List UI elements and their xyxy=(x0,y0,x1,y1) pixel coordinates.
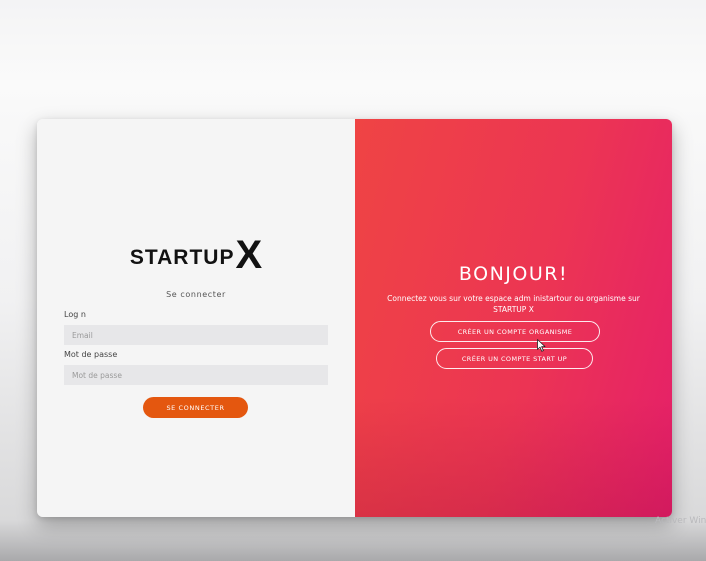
logo-word: STARTUP xyxy=(129,246,235,269)
startupx-logo: STARTUPX xyxy=(37,233,355,278)
logo-x: X xyxy=(235,233,263,277)
activate-windows-watermark: Activer Win xyxy=(655,516,706,526)
create-organisme-account-button[interactable]: CRÉER UN COMPTE ORGANISME xyxy=(430,321,600,342)
login-title: Se connecter xyxy=(166,290,226,299)
password-input[interactable] xyxy=(64,365,328,385)
login-button[interactable]: SE CONNECTER xyxy=(143,397,248,418)
login-panel: STARTUPX Se connecter Log n Mot de passe… xyxy=(37,119,355,517)
password-label: Mot de passe xyxy=(64,350,118,359)
welcome-title: BONJOUR! xyxy=(458,263,569,285)
mouse-cursor-icon xyxy=(537,339,546,352)
login-label: Log n xyxy=(64,310,86,319)
email-input[interactable] xyxy=(64,325,328,345)
welcome-text: Connectez vous sur votre espace adm inis… xyxy=(387,294,640,314)
create-startup-account-button[interactable]: CRÉER UN COMPTE START UP xyxy=(436,348,593,369)
welcome-panel: BONJOUR! Connectez vous sur votre espace… xyxy=(355,119,672,517)
login-card: STARTUPX Se connecter Log n Mot de passe… xyxy=(37,119,672,517)
